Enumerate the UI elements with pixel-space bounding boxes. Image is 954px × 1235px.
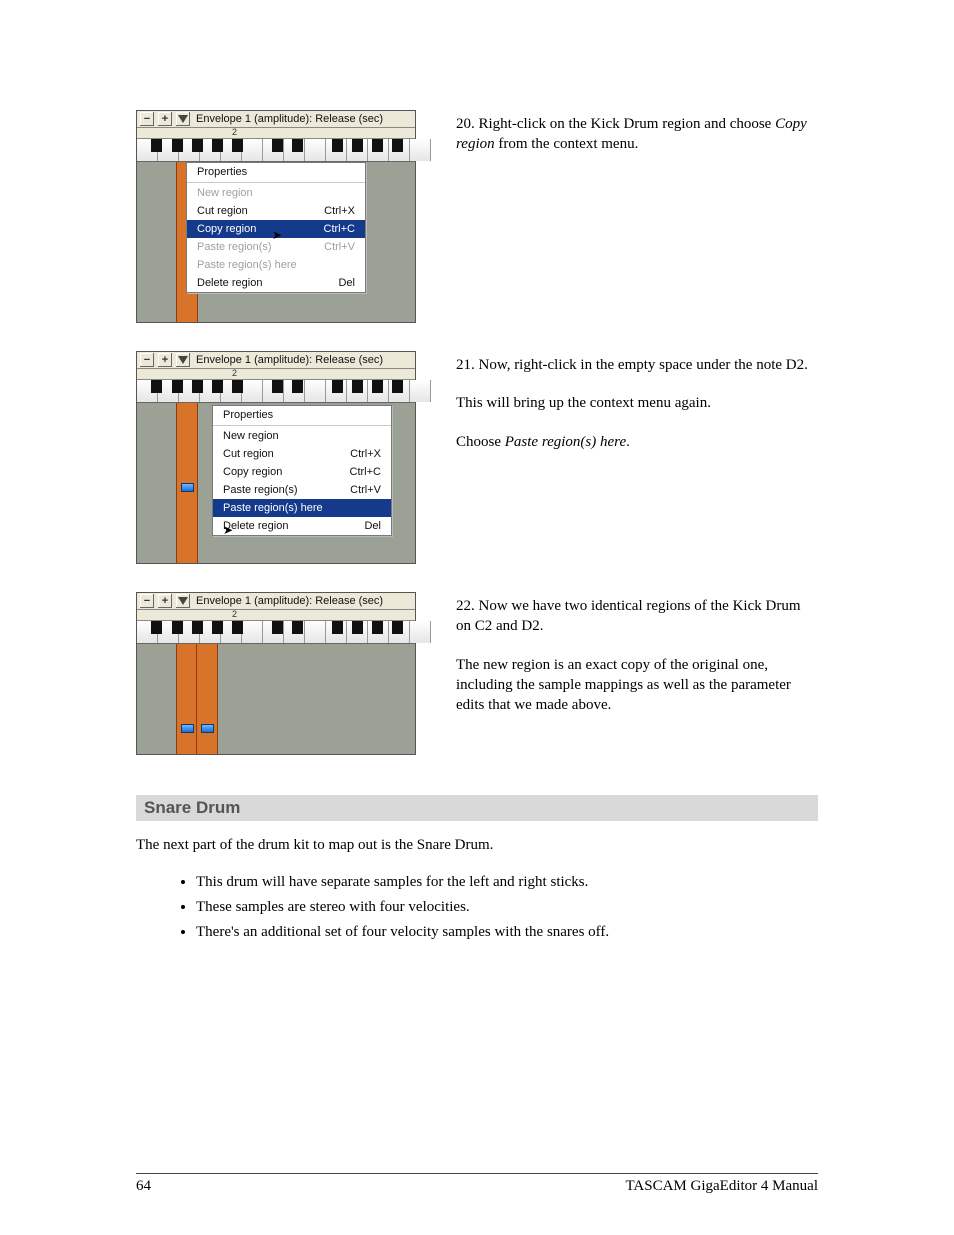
minus-button[interactable]: − (140, 594, 154, 608)
step22-text2: The new region is an exact copy of the o… (456, 655, 818, 716)
region-handle[interactable] (201, 724, 214, 733)
piano-keys (137, 139, 415, 162)
region-c2[interactable] (176, 403, 198, 563)
region-handle[interactable] (181, 483, 194, 492)
menu-paste-here: Paste region(s) here (187, 256, 365, 274)
plus-button[interactable]: + (158, 112, 172, 126)
figure-header: − + Envelope 1 (amplitude): Release (sec… (137, 352, 415, 369)
chevron-down-icon (178, 115, 188, 123)
menu-paste-region: Paste region(s)Ctrl+V (187, 238, 365, 256)
manual-title: TASCAM GigaEditor 4 Manual (625, 1178, 818, 1195)
menu-cut-region[interactable]: Cut regionCtrl+X (213, 445, 391, 463)
plus-button[interactable]: + (158, 353, 172, 367)
octave-label: 2 (232, 368, 237, 378)
menu-copy-region[interactable]: Copy regionCtrl+C (213, 463, 391, 481)
context-menu[interactable]: Properties New region Cut regionCtrl+X C… (212, 405, 392, 536)
chevron-down-icon (178, 356, 188, 364)
page-number: 64 (136, 1178, 151, 1195)
step20-text: 20. Right-click on the Kick Drum region … (456, 114, 818, 155)
figure-step22: − + Envelope 1 (amplitude): Release (sec… (136, 592, 416, 755)
region-zone[interactable]: Properties New region Cut regionCtrl+X C… (137, 162, 415, 322)
menu-cut-region[interactable]: Cut regionCtrl+X (187, 202, 365, 220)
step22-text: 22. Now we have two identical regions of… (456, 596, 818, 637)
section-heading-snare-drum: Snare Drum (136, 795, 818, 821)
ruler: 2 (137, 128, 415, 139)
envelope-title: Envelope 1 (amplitude): Release (sec) (196, 595, 383, 607)
menu-new-region: New region (187, 184, 365, 202)
dropdown-button[interactable] (176, 353, 190, 367)
dropdown-button[interactable] (176, 594, 190, 608)
list-item: There's an additional set of four veloci… (196, 922, 818, 943)
page-footer: 64 TASCAM GigaEditor 4 Manual (136, 1173, 818, 1195)
region-c2[interactable] (176, 644, 198, 754)
chevron-down-icon (178, 597, 188, 605)
menu-new-region[interactable]: New region (213, 427, 391, 445)
figure-header: − + Envelope 1 (amplitude): Release (sec… (137, 111, 415, 128)
list-item: This drum will have separate samples for… (196, 872, 818, 893)
region-handle[interactable] (181, 724, 194, 733)
menu-copy-region[interactable]: Copy regionCtrl+C (187, 220, 365, 238)
figure-header: − + Envelope 1 (amplitude): Release (sec… (137, 593, 415, 610)
region-zone[interactable]: Properties New region Cut regionCtrl+X C… (137, 403, 415, 563)
menu-properties[interactable]: Properties (213, 406, 391, 424)
ruler: 2 (137, 610, 415, 621)
octave-label: 2 (232, 609, 237, 619)
region-zone[interactable] (137, 644, 415, 754)
piano-keys (137, 380, 415, 403)
menu-properties[interactable]: Properties (187, 163, 365, 181)
menu-delete-region[interactable]: Delete regionDel (213, 517, 391, 535)
step21-text: 21. Now, right-click in the empty space … (456, 355, 818, 375)
piano-keys (137, 621, 415, 644)
dropdown-button[interactable] (176, 112, 190, 126)
section-intro: The next part of the drum kit to map out… (136, 835, 818, 856)
minus-button[interactable]: − (140, 112, 154, 126)
region-d2[interactable] (196, 644, 218, 754)
menu-paste-region[interactable]: Paste region(s)Ctrl+V (213, 481, 391, 499)
envelope-title: Envelope 1 (amplitude): Release (sec) (196, 113, 383, 125)
bullet-list: This drum will have separate samples for… (196, 872, 818, 943)
context-menu[interactable]: Properties New region Cut regionCtrl+X C… (186, 162, 366, 293)
octave-label: 2 (232, 127, 237, 137)
step21-text2: This will bring up the context menu agai… (456, 393, 818, 413)
menu-paste-here[interactable]: Paste region(s) here (213, 499, 391, 517)
ruler: 2 (137, 369, 415, 380)
plus-button[interactable]: + (158, 594, 172, 608)
envelope-title: Envelope 1 (amplitude): Release (sec) (196, 354, 383, 366)
figure-step21: − + Envelope 1 (amplitude): Release (sec… (136, 351, 416, 564)
list-item: These samples are stereo with four veloc… (196, 897, 818, 918)
minus-button[interactable]: − (140, 353, 154, 367)
menu-delete-region[interactable]: Delete regionDel (187, 274, 365, 292)
figure-step20: − + Envelope 1 (amplitude): Release (sec… (136, 110, 416, 323)
step21-text3: Choose Paste region(s) here. (456, 432, 818, 452)
